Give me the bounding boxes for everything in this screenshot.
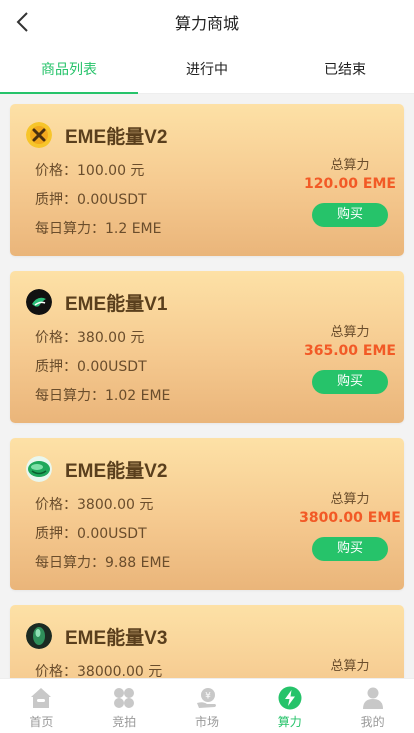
nav-market[interactable]: ¥ 市场 bbox=[166, 679, 249, 733]
total-power-label: 总算力 bbox=[330, 158, 370, 173]
tab-product-list[interactable]: 商品列表 bbox=[0, 44, 138, 94]
product-name: EME能量V1 bbox=[65, 294, 168, 315]
total-power-block: 总算力 120.00 EME 购买 bbox=[296, 154, 404, 227]
product-card: EME能量V2 价格：100.00 元 质押：0.00USDT 每日算力：1.2… bbox=[10, 104, 404, 256]
back-button[interactable] bbox=[8, 8, 36, 36]
buy-button[interactable]: 购买 bbox=[312, 203, 388, 227]
product-price: 价格：380.00 元 bbox=[35, 330, 145, 346]
dark-green-gem-icon bbox=[26, 623, 52, 649]
market-hand-icon: ¥ bbox=[195, 686, 219, 710]
chevron-left-icon bbox=[16, 12, 28, 32]
nav-mine[interactable]: 我的 bbox=[331, 679, 414, 733]
product-price: 价格：100.00 元 bbox=[35, 163, 145, 179]
total-power-value: 365.00 EME bbox=[304, 343, 396, 359]
product-daily-power: 每日算力：1.2 EME bbox=[35, 221, 162, 237]
tab-bar: 商品列表 进行中 已结束 bbox=[0, 44, 414, 94]
nav-label: 竞拍 bbox=[112, 715, 137, 729]
total-power-value: 120.00 EME bbox=[304, 176, 396, 192]
nav-home[interactable]: 首页 bbox=[0, 679, 83, 733]
product-name: EME能量V3 bbox=[65, 628, 168, 649]
green-coin-icon bbox=[26, 456, 52, 482]
product-price: 价格：3800.00 元 bbox=[35, 497, 154, 513]
nav-label: 首页 bbox=[29, 715, 54, 729]
lightning-icon bbox=[278, 686, 302, 710]
product-pledge: 质押：0.00USDT bbox=[35, 192, 147, 208]
product-name: EME能量V2 bbox=[65, 127, 168, 148]
total-power-value: 3800.00 EME bbox=[299, 510, 401, 526]
product-daily-power: 每日算力：9.88 EME bbox=[35, 555, 171, 571]
product-list[interactable]: EME能量V2 价格：100.00 元 质押：0.00USDT 每日算力：1.2… bbox=[0, 94, 414, 678]
product-daily-power: 每日算力：1.02 EME bbox=[35, 388, 171, 404]
svg-text:¥: ¥ bbox=[205, 692, 211, 702]
product-pledge: 质押：0.00USDT bbox=[35, 359, 147, 375]
total-power-label: 总算力 bbox=[330, 659, 370, 674]
yellow-coin-icon bbox=[26, 122, 52, 148]
buy-button[interactable]: 购买 bbox=[312, 537, 388, 561]
product-card: EME能量V2 价格：3800.00 元 质押：0.00USDT 每日算力：9.… bbox=[10, 438, 404, 590]
nav-auction[interactable]: 竞拍 bbox=[83, 679, 166, 733]
tab-ended[interactable]: 已结束 bbox=[276, 44, 414, 93]
nav-label: 算力 bbox=[277, 715, 302, 729]
nav-label: 我的 bbox=[360, 715, 385, 729]
total-power-label: 总算力 bbox=[330, 492, 370, 507]
page-title: 算力商城 bbox=[174, 14, 239, 33]
grid-icon bbox=[112, 686, 136, 710]
product-name: EME能量V2 bbox=[65, 461, 168, 482]
product-card: EME能量V3 价格：38000.00 元 总算力 bbox=[10, 605, 404, 678]
home-icon bbox=[29, 686, 53, 710]
product-price: 价格：38000.00 元 bbox=[35, 664, 163, 678]
user-icon bbox=[361, 686, 385, 710]
bottom-nav: 首页 竞拍 ¥ 市场 算力 我的 bbox=[0, 678, 414, 733]
top-bar: 算力商城 bbox=[0, 0, 414, 44]
product-card: EME能量V1 价格：380.00 元 质押：0.00USDT 每日算力：1.0… bbox=[10, 271, 404, 423]
total-power-block: 总算力 365.00 EME 购买 bbox=[296, 321, 404, 394]
nav-power[interactable]: 算力 bbox=[248, 679, 331, 733]
total-power-label: 总算力 bbox=[330, 325, 370, 340]
product-pledge: 质押：0.00USDT bbox=[35, 526, 147, 542]
black-green-coin-icon bbox=[26, 289, 52, 315]
total-power-block: 总算力 bbox=[296, 655, 404, 674]
nav-label: 市场 bbox=[194, 715, 219, 729]
total-power-block: 总算力 3800.00 EME 购买 bbox=[296, 488, 404, 561]
tab-in-progress[interactable]: 进行中 bbox=[138, 44, 276, 93]
buy-button[interactable]: 购买 bbox=[312, 370, 388, 394]
